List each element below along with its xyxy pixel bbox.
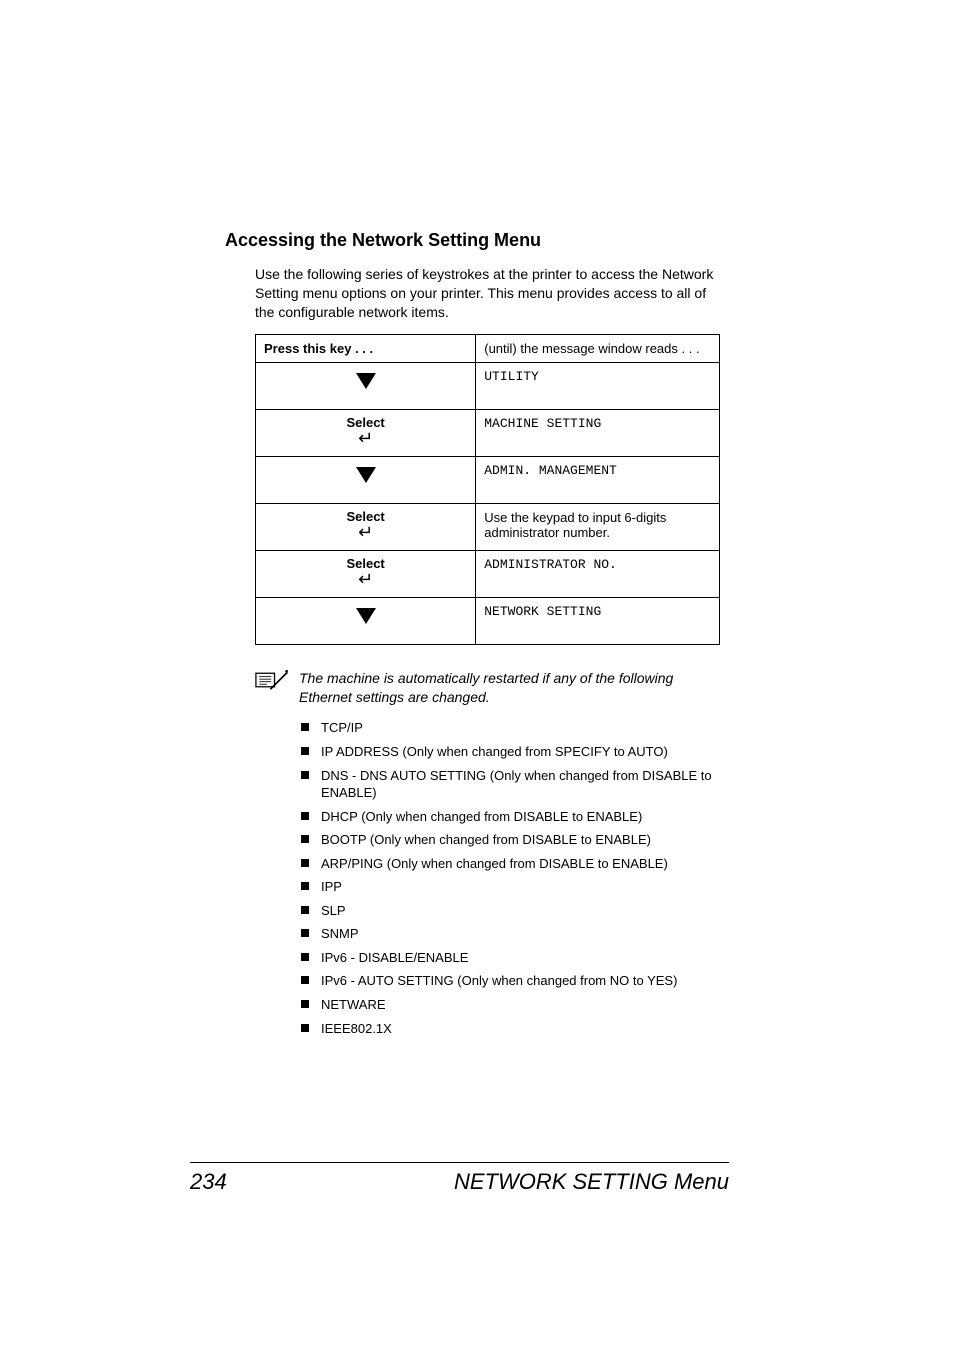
select-key-label: Select↵: [264, 510, 467, 542]
down-arrow-icon: [353, 463, 379, 485]
list-item: DNS - DNS AUTO SETTING (Only when change…: [301, 764, 725, 805]
down-arrow-key-icon: [256, 597, 476, 644]
list-item: IPv6 - AUTO SETTING (Only when changed f…: [301, 969, 725, 993]
down-arrow-key-icon: [256, 456, 476, 503]
table-header-row: Press this key . . . (until) the message…: [256, 334, 720, 362]
footer-title: NETWORK SETTING Menu: [454, 1169, 729, 1195]
select-key-label: Select↵: [264, 416, 467, 448]
list-item: BOOTP (Only when changed from DISABLE to…: [301, 828, 725, 852]
list-item: ARP/PING (Only when changed from DISABLE…: [301, 852, 725, 876]
list-item: NETWARE: [301, 993, 725, 1017]
select-key-label: Select↵: [264, 557, 467, 589]
return-icon: ↵: [264, 570, 467, 588]
list-item: IEEE802.1X: [301, 1017, 725, 1041]
down-arrow-icon: [353, 369, 379, 391]
page-number: 234: [190, 1169, 227, 1195]
return-icon: ↵: [264, 523, 467, 541]
list-item: SNMP: [301, 922, 725, 946]
intro-paragraph: Use the following series of keystrokes a…: [255, 265, 725, 322]
table-row: NETWORK SETTING: [256, 597, 720, 644]
list-item: IPP: [301, 875, 725, 899]
table-row: Select↵ Use the keypad to input 6-digits …: [256, 503, 720, 550]
select-key-icon: Select↵: [256, 550, 476, 597]
message-cell: UTILITY: [476, 362, 720, 409]
message-cell: ADMINISTRATOR NO.: [476, 550, 720, 597]
table-row: Select↵ MACHINE SETTING: [256, 409, 720, 456]
page-content: Accessing the Network Setting Menu Use t…: [225, 230, 725, 1040]
select-key-icon: Select↵: [256, 503, 476, 550]
message-cell: NETWORK SETTING: [476, 597, 720, 644]
note-icon: [255, 669, 289, 696]
down-arrow-icon: [353, 604, 379, 626]
list-item: IPv6 - DISABLE/ENABLE: [301, 946, 725, 970]
table-row: Select↵ ADMINISTRATOR NO.: [256, 550, 720, 597]
message-cell: Use the keypad to input 6-digits adminis…: [476, 503, 720, 550]
bullet-list: TCP/IPIP ADDRESS (Only when changed from…: [301, 716, 725, 1040]
down-arrow-key-icon: [256, 362, 476, 409]
header-cell-msg: (until) the message window reads . . .: [476, 334, 720, 362]
list-item: TCP/IP: [301, 716, 725, 740]
page-footer: 234 NETWORK SETTING Menu: [190, 1162, 729, 1195]
message-cell: ADMIN. MANAGEMENT: [476, 456, 720, 503]
footer-rule: [190, 1162, 729, 1163]
list-item: DHCP (Only when changed from DISABLE to …: [301, 805, 725, 829]
note-text: The machine is automatically restarted i…: [299, 669, 725, 707]
table-row: ADMIN. MANAGEMENT: [256, 456, 720, 503]
keystroke-table: Press this key . . . (until) the message…: [255, 334, 720, 645]
list-item: SLP: [301, 899, 725, 923]
select-key-icon: Select↵: [256, 409, 476, 456]
list-item: IP ADDRESS (Only when changed from SPECI…: [301, 740, 725, 764]
section-heading: Accessing the Network Setting Menu: [225, 230, 725, 251]
message-cell: MACHINE SETTING: [476, 409, 720, 456]
note-block: The machine is automatically restarted i…: [255, 669, 725, 707]
header-cell-key: Press this key . . .: [256, 334, 476, 362]
table-row: UTILITY: [256, 362, 720, 409]
return-icon: ↵: [264, 429, 467, 447]
